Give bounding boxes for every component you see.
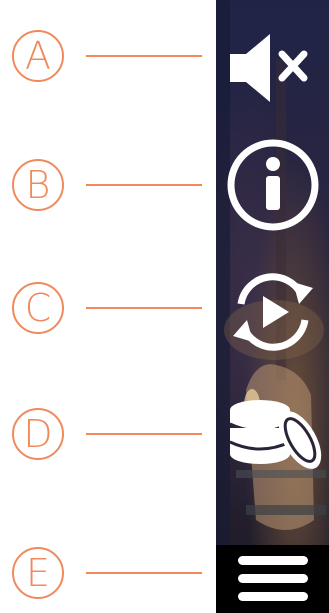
callout-line-b: [86, 184, 202, 186]
info-button[interactable]: [216, 135, 329, 235]
game-side-panel: [216, 0, 329, 613]
callout-label-b: B: [12, 159, 64, 211]
callout-label-e: E: [12, 547, 64, 599]
sound-toggle-button[interactable]: [216, 18, 329, 118]
callout-b: B: [0, 145, 210, 225]
menu-button[interactable]: [216, 545, 329, 613]
callout-label-d: D: [12, 408, 64, 460]
callout-line-e: [86, 572, 202, 574]
info-icon: [227, 139, 318, 231]
callout-e: E: [0, 533, 210, 613]
autoplay-button[interactable]: [216, 262, 329, 362]
callout-label-a: A: [12, 30, 64, 82]
callout-d: D: [0, 394, 210, 474]
callout-line-a: [86, 55, 202, 57]
autoplay-icon: [232, 273, 313, 351]
callout-a: A: [0, 16, 210, 96]
callout-c: C: [0, 268, 210, 348]
callout-line-d: [86, 433, 202, 435]
bet-button[interactable]: [216, 385, 329, 485]
coin-stack-icon: [228, 400, 321, 469]
callout-line-c: [86, 307, 202, 309]
speaker-muted-icon: [229, 34, 307, 102]
callout-label-c: C: [12, 282, 64, 334]
hamburger-menu-icon: [237, 556, 308, 601]
